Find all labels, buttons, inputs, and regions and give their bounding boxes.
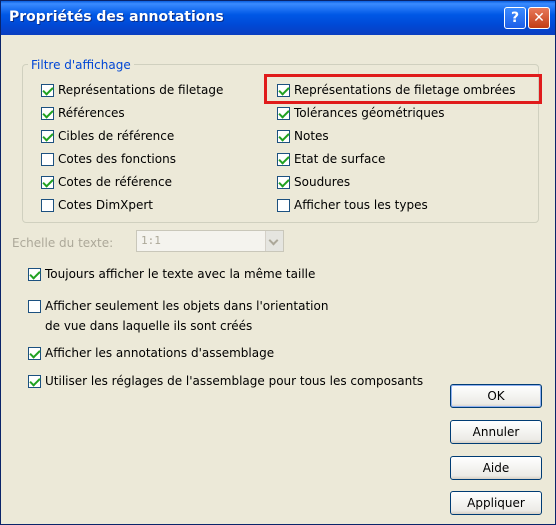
checkbox-show-all-types[interactable]: Afficher tous les types <box>277 196 428 214</box>
text-scale-select[interactable]: 1:1 <box>136 230 284 252</box>
checkbox-label: Représentations de filetage <box>58 83 224 97</box>
checkbox-label: Soudures <box>294 175 351 189</box>
dialog-title: Propriétés des annotations <box>9 9 224 25</box>
checkbox-box[interactable] <box>41 83 54 97</box>
checkbox-label: Références <box>58 106 125 120</box>
checkbox-label: Toujours afficher le texte avec la même … <box>45 267 316 281</box>
checkbox-label: Afficher les annotations d'assemblage <box>45 346 275 360</box>
checkbox-label: Afficher seulement les objets dans l'ori… <box>45 299 329 313</box>
help-title-button[interactable]: ? <box>504 7 526 29</box>
cancel-button[interactable]: Annuler <box>450 420 542 444</box>
text-scale-value: 1:1 <box>141 234 161 247</box>
checkbox-box[interactable] <box>41 106 54 120</box>
checkbox-box[interactable] <box>41 198 54 212</box>
checkbox-label: Cibles de référence <box>58 129 175 143</box>
checkbox-surface-finish[interactable]: Etat de surface <box>277 150 385 168</box>
checkbox-label: Utiliser les réglages de l'assemblage po… <box>45 374 424 388</box>
checkbox-show-only-in-view-orientation[interactable]: Afficher seulement les objets dans l'ori… <box>28 297 328 315</box>
checkbox-box[interactable] <box>28 374 41 388</box>
checkbox-box[interactable] <box>277 198 290 212</box>
checkbox-references[interactable]: Références <box>41 104 125 122</box>
help-button[interactable]: Aide <box>450 456 542 480</box>
checkbox-label: Notes <box>294 129 329 143</box>
highlight-frame <box>264 74 542 104</box>
checkbox-box[interactable] <box>277 129 290 143</box>
checkbox-label: Cotes des fonctions <box>58 152 176 166</box>
checkbox-feature-dimensions[interactable]: Cotes des fonctions <box>41 150 176 168</box>
checkbox-label: Cotes DimXpert <box>58 198 153 212</box>
display-filter-legend: Filtre d'affichage <box>28 58 134 72</box>
checkbox-reference-dimensions[interactable]: Cotes de référence <box>41 173 172 191</box>
checkbox-box[interactable] <box>277 106 290 120</box>
chevron-down-icon[interactable] <box>265 231 283 251</box>
checkbox-box[interactable] <box>28 267 41 281</box>
text-scale-label: Echelle du texte: <box>12 236 114 250</box>
checkbox-geometric-tolerances[interactable]: Tolérances géométriques <box>277 104 445 122</box>
checkbox-show-assembly-annotations[interactable]: Afficher les annotations d'assemblage <box>28 344 274 362</box>
checkbox-box[interactable] <box>277 152 290 166</box>
close-button[interactable]: ✕ <box>528 7 550 29</box>
checkbox-dimxpert-dimensions[interactable]: Cotes DimXpert <box>41 196 153 214</box>
checkbox-label-continued: de vue dans laquelle ils sont créés <box>45 319 253 333</box>
checkbox-notes[interactable]: Notes <box>277 127 329 145</box>
checkbox-label: Cotes de référence <box>58 175 172 189</box>
checkbox-label: Etat de surface <box>294 152 386 166</box>
checkbox-reference-targets[interactable]: Cibles de référence <box>41 127 174 145</box>
checkbox-thread-representations[interactable]: Représentations de filetage <box>41 81 223 99</box>
title-bar[interactable]: Propriétés des annotations ? ✕ <box>1 1 555 35</box>
apply-button[interactable]: Appliquer <box>450 491 542 515</box>
checkbox-box[interactable] <box>41 152 54 166</box>
checkbox-use-assembly-settings[interactable]: Utiliser les réglages de l'assemblage po… <box>28 372 423 390</box>
dialog-window: Propriétés des annotations ? ✕ Filtre d'… <box>0 0 556 525</box>
checkbox-box[interactable] <box>41 129 54 143</box>
checkbox-label: Tolérances géométriques <box>294 106 445 120</box>
checkbox-box[interactable] <box>277 175 290 189</box>
checkbox-box[interactable] <box>41 175 54 189</box>
checkbox-box[interactable] <box>28 346 41 360</box>
checkbox-label: Afficher tous les types <box>294 198 428 212</box>
ok-button[interactable]: OK <box>450 384 542 408</box>
checkbox-welds[interactable]: Soudures <box>277 173 350 191</box>
checkbox-always-same-text-size[interactable]: Toujours afficher le texte avec la même … <box>28 265 315 283</box>
checkbox-box[interactable] <box>28 299 41 313</box>
